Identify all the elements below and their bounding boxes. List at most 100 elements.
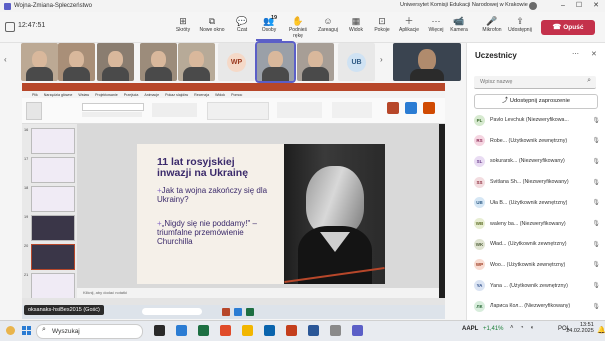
slide-number: 17 [24, 157, 29, 161]
participant-row[interactable]: ЛК Лариса Кол... (Niezweryfikowany) 🎙 [474, 298, 602, 314]
raise-hand-icon: ✋ [292, 16, 304, 26]
participant-video-body [302, 67, 329, 81]
slide-thumbnail[interactable]: 21 [24, 273, 75, 299]
gallery-next-icon[interactable]: › [380, 55, 383, 64]
ppt-tab[interactable]: Narzędzia główne [44, 93, 73, 97]
slide-number: 21 [24, 273, 29, 277]
clock[interactable]: 13:51 24.02.2025 [566, 322, 594, 334]
ppt-tab[interactable]: Projektowanie [95, 93, 118, 97]
ppt-tab[interactable]: Widok [215, 93, 225, 97]
maximize-icon[interactable]: ☐ [572, 0, 586, 12]
excel-icon[interactable] [198, 325, 209, 336]
toolbar-button-people[interactable]: 👥 19 Osoby [256, 15, 282, 41]
toolbar-button-view[interactable]: ▦ Widok [343, 15, 369, 39]
word-icon[interactable] [308, 325, 319, 336]
toolbar-button-label: Osoby [261, 27, 277, 33]
participant-row[interactable]: WP Woo... (Użytkownik zewnętrzny) 🎙 [474, 257, 602, 273]
toolbar-button-react[interactable]: ☺ Zareaguj [315, 15, 341, 39]
share-invite-button[interactable]: ⤴ Udostępnij zaproszenie [474, 94, 598, 109]
volume-icon[interactable]: ◖ [530, 325, 534, 331]
office-icon[interactable] [286, 325, 297, 336]
toolbar-button-shortcuts[interactable]: ⊞ Skróty [170, 15, 196, 39]
participant-video-body [183, 67, 210, 81]
ppt-status-bar [22, 298, 445, 305]
participant-video-tile[interactable] [297, 43, 334, 81]
slide-thumbnail[interactable]: 18 [24, 186, 75, 212]
participant-row[interactable]: YA Yana ... (Użytkownik zewnętrzny) 🎙 [474, 278, 602, 294]
teams-icon[interactable] [352, 325, 363, 336]
ppt-ribbon [22, 98, 445, 124]
outlook-icon[interactable] [264, 325, 275, 336]
participant-row[interactable]: SL sokurarsk... (Niezweryfikowany) 🎙 [474, 153, 602, 169]
ppt-tab[interactable]: Animacje [144, 93, 159, 97]
toolbar-button-new-window[interactable]: ⧉ Nowe okno [199, 15, 225, 39]
participant-row[interactable]: SS Svitlana Sh... (Niezweryfikowany) 🎙 [474, 174, 602, 190]
gallery-prev-icon[interactable]: ‹ [4, 55, 7, 64]
slide-thumbnail-image [31, 215, 75, 241]
slide-thumbnail-image [31, 186, 75, 212]
tray-overflow-icon[interactable]: ˄ [510, 325, 514, 331]
taskbar-search-input[interactable]: ⌕ Wyszukaj [36, 324, 143, 339]
network-icon[interactable]: ◔ [520, 325, 524, 331]
edge-icon[interactable] [176, 325, 187, 336]
toolbar-button-raise-hand[interactable]: ✋ Podnieś rękę [285, 15, 311, 39]
toolbar-button-camera[interactable]: 📹 Kamera [446, 15, 472, 39]
start-button[interactable] [22, 326, 31, 335]
shared-screen[interactable]: Plik Narzędzia główne Wstaw Projektowanie Pr… [22, 83, 445, 319]
participant-video-tile[interactable] [58, 43, 95, 81]
slide-thumbnail[interactable]: 19 [24, 215, 75, 241]
toolbar-button-microphone[interactable]: 🎤 Mikrofon [479, 15, 505, 39]
participant-row[interactable]: WK Wład... (Użytkownik zewnętrzny) 🎙 [474, 236, 602, 252]
toolbar-button-share[interactable]: ⇪ Udostępnij [507, 15, 533, 39]
ppt-tab[interactable]: Pokaz slajdów [165, 93, 188, 97]
slide-number: 19 [24, 215, 29, 219]
settings-icon[interactable] [330, 325, 341, 336]
participant-row[interactable]: UB Uła B... (Użytkownik zewnętrzny) 🎙 [474, 195, 602, 211]
participant-video-tile[interactable] [178, 43, 215, 81]
self-video-tile[interactable] [393, 43, 461, 81]
notes-pane[interactable]: Kliknij, aby dodać notatki [77, 288, 439, 298]
panel-more-icon[interactable]: ⋯ [572, 50, 579, 58]
leave-button[interactable]: ☎ Opuść [541, 20, 595, 35]
ppt-tab[interactable]: Wstaw [78, 93, 89, 97]
minimize-icon[interactable]: – [556, 0, 570, 12]
ppt-tab[interactable]: Recenzja [194, 93, 209, 97]
ppt-tab[interactable]: Plik [32, 93, 38, 97]
ppt-tab[interactable]: Przejścia [124, 93, 139, 97]
task-view-icon[interactable] [154, 325, 165, 336]
toolbar-button-chat[interactable]: 💬 Czat [229, 15, 255, 39]
participant-avatar: WP [227, 53, 246, 72]
profile-avatar[interactable] [529, 2, 537, 10]
participant-video-tile[interactable] [140, 43, 177, 81]
participant-video-tile[interactable] [21, 43, 58, 81]
participant-video-tile[interactable]: WP [218, 43, 255, 81]
powerpoint-icon[interactable] [220, 325, 231, 336]
participant-row[interactable]: WB waleny ba... (Niezweryfikowany) 🎙 [474, 216, 602, 232]
toolbar-button-rooms[interactable]: ⊡ Pokoje [369, 15, 395, 39]
people-count-badge: 19 [271, 15, 278, 21]
panel-close-icon[interactable]: ✕ [591, 50, 597, 58]
toolbar-button-label: Nowe okno [199, 27, 225, 33]
toolbar-button-label: Zareaguj [318, 27, 338, 33]
participant-video-tile[interactable] [97, 43, 134, 81]
react-icon: ☺ [323, 16, 333, 26]
ppt-tab[interactable]: Pomoc [231, 93, 242, 97]
slide-thumbnail[interactable]: 16 [24, 128, 75, 154]
stock-ticker[interactable]: AAPL [462, 326, 478, 332]
participant-search-input[interactable]: Wpisz nazwę ⌕ [474, 76, 596, 89]
participant-row[interactable]: PL Pavlo Levchuk (Niezweryfikowa... 🎙 [474, 112, 602, 128]
weather-icon[interactable] [6, 326, 15, 335]
participant-video-tile[interactable] [255, 41, 296, 83]
participant-video-tile[interactable]: UB [338, 43, 375, 81]
meeting-info-icon[interactable] [5, 22, 15, 32]
slide-thumbnail[interactable]: 20 [24, 244, 75, 270]
current-slide[interactable]: 11 lat rosyjskiej inwazji na Ukrainę +Ja… [137, 144, 385, 284]
close-window-icon[interactable]: ✕ [589, 0, 603, 12]
participant-name: Robe... (Użytkownik zewnętrzny) [490, 137, 568, 144]
slide-thumbnail[interactable]: 17 [24, 157, 75, 183]
notifications-icon[interactable]: 🔔 [597, 326, 605, 334]
file-explorer-icon[interactable] [242, 325, 253, 336]
toolbar-button-apps[interactable]: ＋ Aplikacje [396, 15, 422, 39]
slide-bullet-1: +Jak ta wojna zakończy się dla Ukrainy? [157, 186, 268, 204]
participant-row[interactable]: RS Robe... (Użytkownik zewnętrzny) 🎙 [474, 133, 602, 149]
